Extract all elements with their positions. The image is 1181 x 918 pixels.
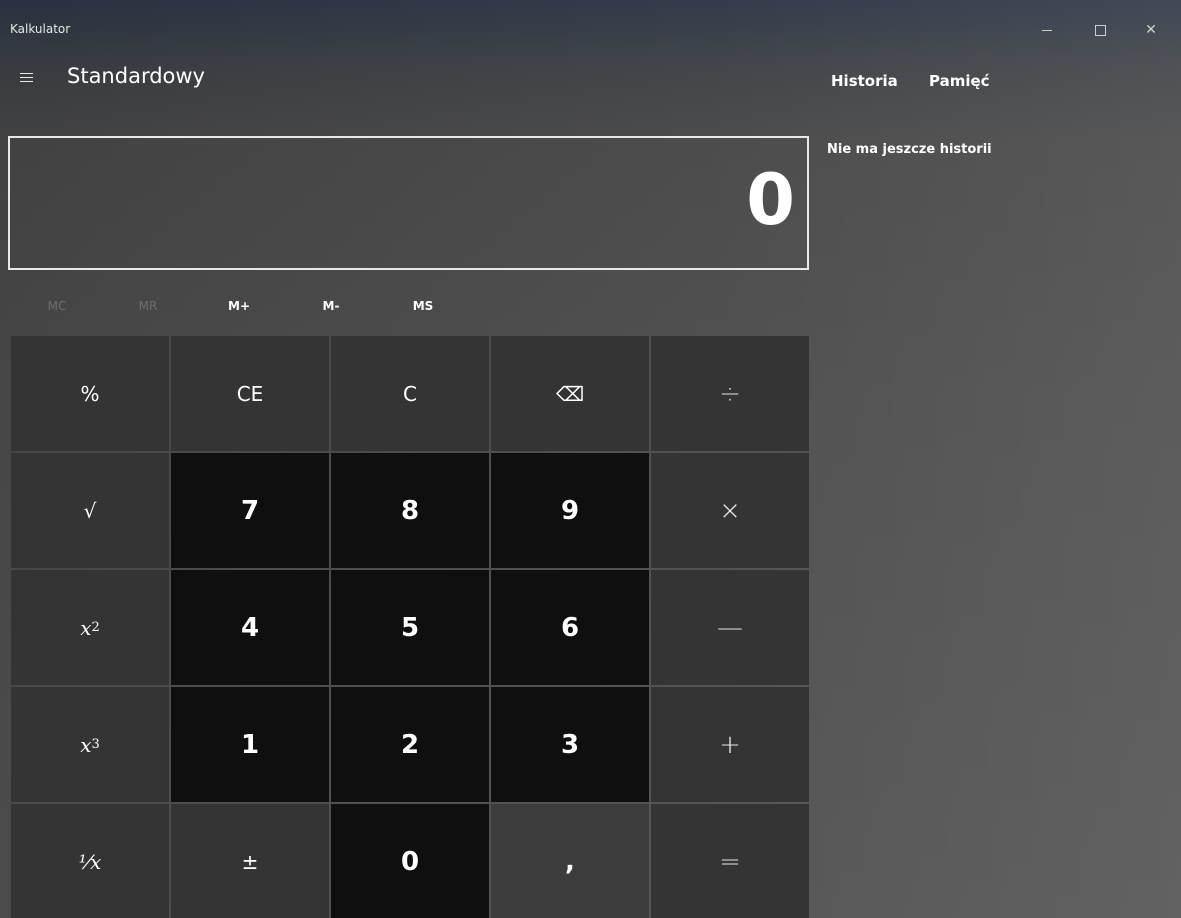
hamburger-icon — [20, 72, 33, 74]
cube-base: x — [80, 732, 92, 757]
subtract-button[interactable]: — — [651, 570, 809, 685]
decimal-separator-button[interactable]: , — [491, 804, 649, 918]
cube-exponent: 3 — [91, 737, 100, 752]
close-button[interactable]: ✕ — [1128, 18, 1174, 42]
title-bar[interactable]: Kalkulator ✕ — [0, 0, 1181, 42]
memory-store-button[interactable]: MS — [383, 294, 463, 318]
memory-recall-button[interactable]: MR — [108, 294, 188, 318]
digit-1-button[interactable]: 1 — [171, 687, 329, 802]
backspace-icon: ⌫ — [555, 381, 585, 406]
maximize-icon — [1094, 24, 1106, 36]
square-root-button[interactable]: √ — [11, 453, 169, 568]
digit-0-button[interactable]: 0 — [331, 804, 489, 918]
hamburger-icon-line — [20, 76, 33, 78]
digit-3-button[interactable]: 3 — [491, 687, 649, 802]
history-empty-message: Nie ma jeszcze historii — [827, 142, 992, 157]
keypad: % CE C ⌫ ÷ √ 7 8 9 × x2 4 5 6 — x3 1 2 3… — [11, 336, 811, 918]
hamburger-icon-line — [20, 80, 33, 82]
close-icon: ✕ — [1145, 22, 1157, 38]
negate-button[interactable]: ± — [171, 804, 329, 918]
digit-5-button[interactable]: 5 — [331, 570, 489, 685]
memory-clear-button[interactable]: MC — [17, 294, 97, 318]
digit-2-button[interactable]: 2 — [331, 687, 489, 802]
tab-memory[interactable]: Pamięć — [929, 71, 990, 91]
mode-title: Standardowy — [67, 64, 205, 88]
square-base: x — [80, 615, 92, 640]
minimize-icon — [1042, 29, 1052, 31]
digit-7-button[interactable]: 7 — [171, 453, 329, 568]
digit-6-button[interactable]: 6 — [491, 570, 649, 685]
cube-button[interactable]: x3 — [11, 687, 169, 802]
digit-4-button[interactable]: 4 — [171, 570, 329, 685]
digit-8-button[interactable]: 8 — [331, 453, 489, 568]
app-title: Kalkulator — [10, 22, 71, 36]
memory-add-button[interactable]: M+ — [199, 294, 279, 318]
multiply-button[interactable]: × — [651, 453, 809, 568]
equals-button[interactable]: = — [651, 804, 809, 918]
clear-button[interactable]: C — [331, 336, 489, 451]
divide-button[interactable]: ÷ — [651, 336, 809, 451]
maximize-button[interactable] — [1077, 18, 1123, 42]
square-button[interactable]: x2 — [11, 570, 169, 685]
calculator-window: Kalkulator ✕ Standardowy 0 MC MR M+ M- M… — [0, 0, 1181, 918]
percent-button[interactable]: % — [11, 336, 169, 451]
navigation-menu-button[interactable] — [20, 68, 44, 86]
tab-history[interactable]: Historia — [831, 71, 898, 91]
result-display: 0 — [8, 136, 809, 270]
result-value: 0 — [746, 159, 795, 241]
add-button[interactable]: + — [651, 687, 809, 802]
memory-subtract-button[interactable]: M- — [291, 294, 371, 318]
reciprocal-button[interactable]: ⅟x — [11, 804, 169, 918]
digit-9-button[interactable]: 9 — [491, 453, 649, 568]
backspace-button[interactable]: ⌫ — [491, 336, 649, 451]
minimize-button[interactable] — [1024, 18, 1070, 42]
square-exponent: 2 — [91, 620, 100, 635]
clear-entry-button[interactable]: CE — [171, 336, 329, 451]
